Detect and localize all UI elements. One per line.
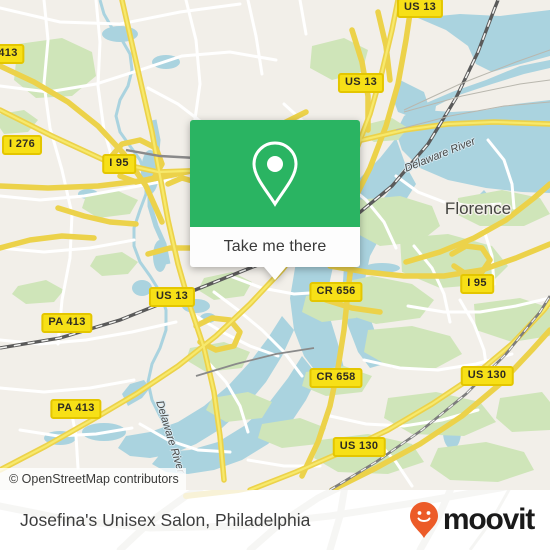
moovit-map-page: US 13 US 13 413 I 276 I 95 US 13 PA 413 …: [0, 0, 550, 550]
take-me-there-callout[interactable]: Take me there: [190, 120, 360, 280]
road-shield[interactable]: I 95: [102, 154, 136, 174]
road-shield[interactable]: PA 413: [41, 313, 93, 333]
road-shield[interactable]: US 13: [337, 73, 385, 93]
callout-action-panel[interactable]: Take me there: [190, 227, 360, 267]
moovit-brand-logo[interactable]: moovit: [409, 501, 535, 539]
page-footer: Josefina's Unisex Salon, Philadelphia mo…: [0, 490, 550, 550]
map-pin-icon: [252, 140, 298, 207]
moovit-wordmark: moovit: [442, 503, 535, 536]
road-shield[interactable]: US 130: [332, 437, 386, 457]
road-shield[interactable]: US 13: [148, 287, 196, 307]
place-label-florence: Florence: [444, 199, 512, 218]
road-shield[interactable]: CR 656: [309, 282, 363, 302]
road-shield[interactable]: US 13: [396, 0, 444, 18]
osm-attribution[interactable]: © OpenStreetMap contributors: [0, 468, 186, 490]
callout-icon-panel: [190, 120, 360, 227]
road-shield[interactable]: 413: [0, 44, 25, 64]
moovit-pin-smiley-icon: [409, 502, 438, 538]
road-shield[interactable]: US 130: [460, 366, 514, 386]
callout-tail-arrow: [264, 267, 286, 280]
venue-title: Josefina's Unisex Salon, Philadelphia: [20, 509, 311, 530]
road-shield[interactable]: I 95: [460, 274, 494, 294]
road-shield[interactable]: I 276: [2, 135, 42, 155]
take-me-there-label: Take me there: [223, 238, 327, 255]
road-shield[interactable]: CR 658: [309, 368, 363, 388]
road-shield[interactable]: PA 413: [50, 399, 102, 419]
